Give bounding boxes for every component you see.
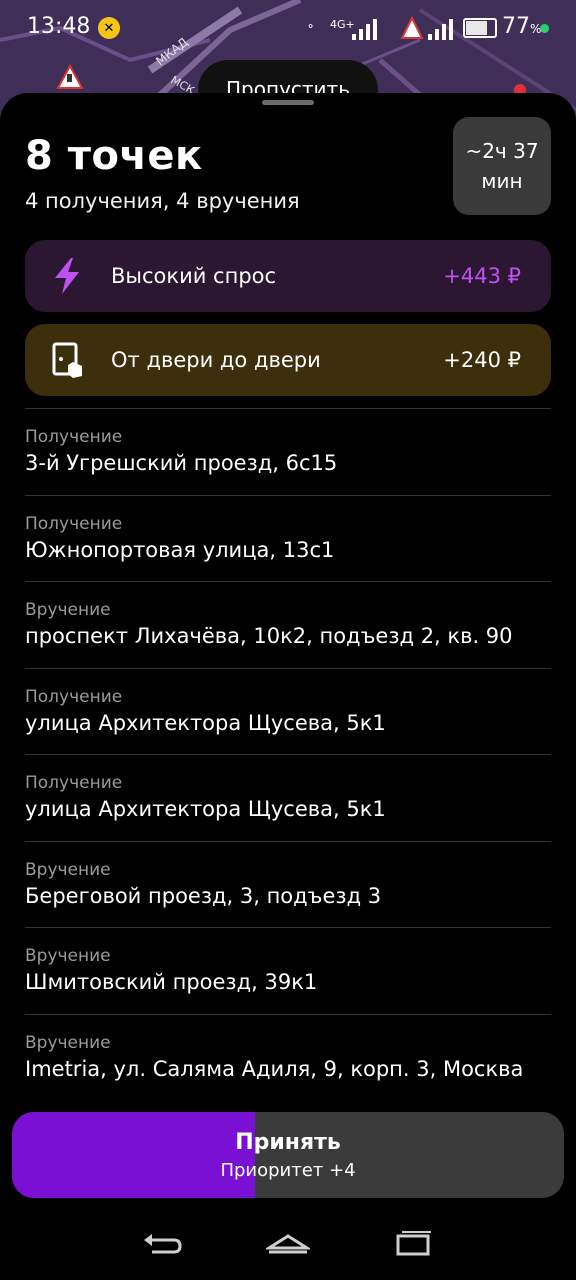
stop-address: Шмитовский проезд, 39к1 (25, 970, 318, 994)
stop-item[interactable]: Получение улица Архитектора Щусева, 5к1 (0, 669, 576, 755)
navigation-bar (0, 1210, 576, 1280)
stop-address: проспект Лихачёва, 10к2, подъезд 2, кв. … (25, 624, 513, 648)
status-time: 13:48 (27, 14, 91, 39)
signal-icon: ⚬ 4G+ (306, 18, 377, 40)
accept-button[interactable]: Принять Приоритет +4 (12, 1112, 564, 1198)
drag-handle[interactable] (262, 100, 314, 105)
stop-item[interactable]: Вручение Шмитовский проезд, 39к1 (0, 928, 576, 1015)
stop-item[interactable]: Получение 3-й Угрешский проезд, 6с15 (0, 409, 576, 496)
back-icon[interactable] (142, 1232, 182, 1258)
stop-type: Получение (25, 773, 123, 793)
svg-text:⚬: ⚬ (306, 20, 315, 33)
signal-2-icon (400, 16, 453, 40)
stop-type: Получение (25, 513, 123, 534)
stop-item[interactable]: Получение Южнопортовая улица, 13с1 (0, 496, 576, 582)
stop-type: Вручение (25, 859, 111, 880)
stop-address: Imetria, ул. Саляма Адиля, 9, корп. 3, М… (25, 1056, 524, 1081)
accept-sublabel: Приоритет +4 (220, 1160, 356, 1181)
high-demand-label: Высокий спрос (111, 264, 277, 288)
battery-icon (463, 18, 497, 38)
high-demand-amount: +443 ₽ (443, 264, 521, 288)
stop-type: Вручение (25, 600, 111, 620)
door-to-door-banner[interactable]: От двери до двери +240 ₽ (25, 324, 551, 396)
door-to-door-amount: +240 ₽ (443, 348, 521, 372)
privacy-indicator-icon (540, 24, 549, 33)
stop-address: 3-й Угрешский проезд, 6с15 (25, 451, 338, 475)
eta-time: ~2ч 37 (465, 139, 539, 163)
eta-unit: мин (481, 169, 523, 193)
stops-list: Получение 3-й Угрешский проезд, 6с15 Пол… (0, 409, 576, 1101)
order-subtitle: 4 получения, 4 вручения (25, 189, 300, 213)
status-bar: 13:48 ✕ ⚬ 4G+ 77% (0, 0, 576, 58)
stop-item[interactable]: Вручение Imetria, ул. Саляма Адиля, 9, к… (0, 1015, 576, 1102)
stop-address: Южнопортовая улица, 13с1 (25, 537, 335, 562)
stop-item[interactable]: Получение улица Архитектора Щусева, 5к1 (0, 755, 576, 842)
door-box-icon (52, 342, 82, 378)
app-notification-icon: ✕ (98, 17, 120, 39)
roadwork-icon (56, 63, 84, 89)
order-sheet: 8 точек 4 получения, 4 вручения ~2ч 37 м… (0, 93, 576, 1280)
battery-percent: 77% (502, 14, 542, 39)
stop-type: Вручение (25, 946, 111, 966)
svg-text:4G+: 4G+ (330, 18, 355, 31)
stop-item[interactable]: Вручение Береговой проезд, 3, подъезд 3 (0, 842, 576, 928)
lightning-icon (55, 258, 79, 294)
stop-address: улица Архитектора Щусева, 5к1 (25, 797, 386, 821)
stop-type: Получение (25, 427, 123, 447)
high-demand-banner[interactable]: Высокий спрос +443 ₽ (25, 240, 551, 312)
stop-address: Береговой проезд, 3, подъезд 3 (25, 883, 382, 908)
stop-type: Вручение (25, 1032, 111, 1053)
order-title: 8 точек (25, 133, 203, 179)
stop-item[interactable]: Вручение проспект Лихачёва, 10к2, подъез… (0, 582, 576, 669)
stop-address: улица Архитектора Щусева, 5к1 (25, 710, 386, 735)
accept-progress (12, 1112, 255, 1198)
eta-badge: ~2ч 37 мин (453, 117, 551, 215)
home-icon[interactable] (266, 1230, 310, 1256)
stop-type: Получение (25, 686, 123, 707)
recents-icon[interactable] (395, 1230, 433, 1256)
accept-label: Принять (235, 1130, 341, 1155)
door-to-door-label: От двери до двери (111, 348, 321, 372)
